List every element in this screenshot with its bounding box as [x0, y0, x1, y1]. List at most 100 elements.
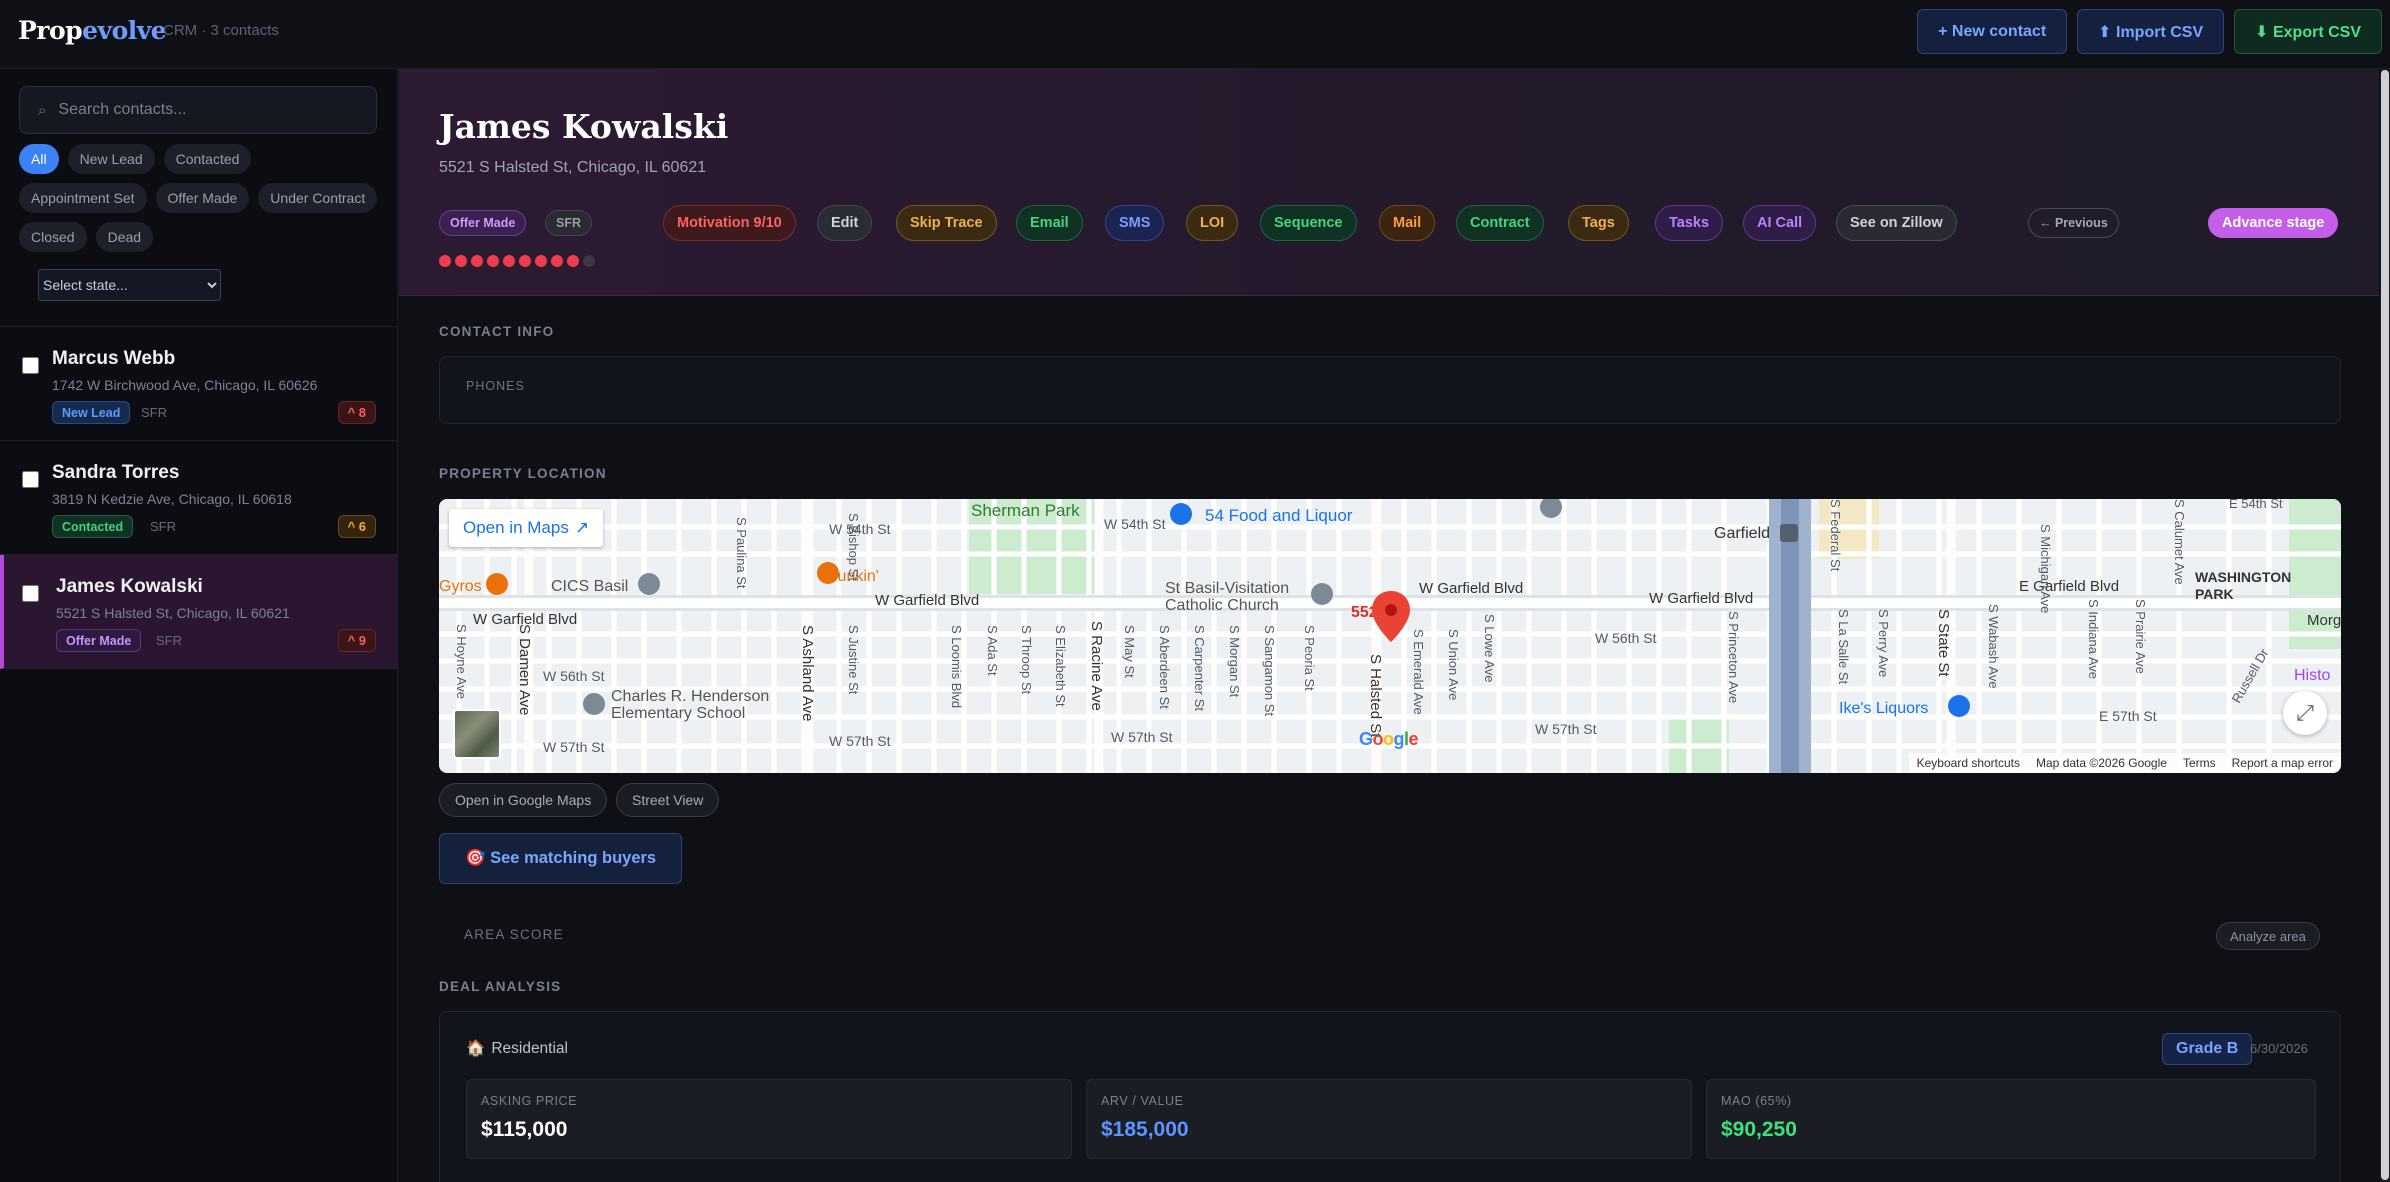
area-score-heading: AREA SCORE — [464, 927, 564, 942]
filter-chip-under-contract[interactable]: Under Contract — [258, 183, 378, 213]
motivation-dot — [551, 255, 563, 267]
map-label: W Garfield Blvd — [1649, 590, 1753, 607]
contact-list-item[interactable]: Marcus Webb 1742 W Birchwood Ave, Chicag… — [0, 327, 398, 441]
phones-label: PHONES — [466, 379, 525, 393]
stat-label: ASKING PRICE — [481, 1094, 578, 1108]
map-street-label: Russell Dr — [2229, 645, 2272, 705]
terms-link[interactable]: Terms — [2183, 756, 2216, 770]
motivation-dot — [535, 255, 547, 267]
app-logo[interactable]: Propevolve — [18, 16, 167, 45]
map-street-label: S Morgan St — [1227, 625, 1242, 698]
map-street-label: S Ashland Ave — [799, 625, 816, 721]
tasks-button[interactable]: Tasks — [1655, 205, 1724, 241]
open-in-maps-link[interactable]: Open in Maps ↗ — [449, 509, 604, 547]
sequence-button[interactable]: Sequence — [1260, 205, 1357, 241]
street-view-button[interactable]: Street View — [616, 783, 720, 817]
contract-button[interactable]: Contract — [1456, 205, 1544, 241]
map-street-label: S May St — [1122, 625, 1137, 678]
contact-checkbox[interactable] — [22, 585, 39, 602]
ai-call-button[interactable]: AI Call — [1743, 205, 1817, 241]
contact-checkbox[interactable] — [22, 357, 39, 374]
keyboard-shortcuts-link[interactable]: Keyboard shortcuts — [1917, 756, 2020, 770]
contact-title: James Kowalski — [439, 107, 729, 146]
map-street-label: S Princeton Ave — [1726, 611, 1741, 703]
filter-chip-dead[interactable]: Dead — [95, 222, 154, 252]
map-street-label: S Peoria St — [1302, 625, 1317, 691]
stat-label: ARV / VALUE — [1101, 1094, 1184, 1108]
map-street-label: S Perry Ave — [1876, 609, 1891, 677]
open-in-maps-label: Open in Maps — [463, 518, 569, 537]
map-label: W 57th St — [1111, 729, 1173, 745]
map-street-label: S Halsted St — [1367, 654, 1384, 738]
motivation-dot — [519, 255, 531, 267]
contact-search[interactable]: ⌕ — [19, 86, 377, 134]
contact-checkbox[interactable] — [22, 471, 39, 488]
map-street-label: S Calumet Ave — [2172, 499, 2187, 585]
filter-chip-contacted[interactable]: Contacted — [163, 144, 252, 174]
loi-button[interactable]: LOI — [1186, 205, 1239, 241]
contact-property-type: SFR — [156, 633, 182, 648]
map-street-label: S Throop St — [1019, 625, 1034, 695]
map-street-label: S Lowe Ave — [1482, 614, 1497, 682]
import-csv-button[interactable]: ⬆ Import CSV — [2077, 9, 2225, 54]
sms-button[interactable]: SMS — [1105, 205, 1165, 241]
mail-button[interactable]: Mail — [1379, 205, 1436, 241]
contact-list-item[interactable]: Sandra Torres 3819 N Kedzie Ave, Chicago… — [0, 441, 398, 555]
analyze-area-button[interactable]: Analyze area — [2216, 922, 2320, 950]
map-street-label: S Loomis Blvd — [949, 625, 964, 708]
map-fullscreen-icon[interactable]: ⤢ — [2283, 691, 2327, 735]
property-map[interactable]: Sherman Park 54 Food and Liquor Garfield… — [439, 499, 2341, 773]
stat-value: $90,250 — [1721, 1118, 1797, 1141]
map-footer: Keyboard shortcuts Map data ©2026 Google… — [1908, 753, 2341, 773]
report-map-error-link[interactable]: Report a map error — [2232, 756, 2333, 770]
advance-stage-button[interactable]: Advance stage — [2208, 208, 2339, 238]
satellite-toggle[interactable] — [453, 709, 501, 759]
motivation-dot — [503, 255, 515, 267]
search-input[interactable] — [56, 100, 357, 120]
new-contact-button[interactable]: + New contact — [1917, 9, 2068, 54]
map-label: W Garfield Blvd — [875, 592, 979, 609]
deal-analysis-card: 🏠 Residential Grade B 6/30/2026 ASKING P… — [439, 1011, 2341, 1182]
map-label: W 57th St — [829, 733, 891, 749]
map-street-label: S Michigan Ave — [2038, 524, 2053, 613]
filter-chip-offer-made[interactable]: Offer Made — [155, 183, 250, 213]
filter-chip-all[interactable]: All — [19, 144, 59, 174]
see-matching-buyers-button[interactable]: 🎯 See matching buyers — [439, 833, 683, 884]
open-in-google-maps-button[interactable]: Open in Google Maps — [439, 783, 608, 817]
contact-motivation-score: ^ 6 — [337, 515, 376, 538]
house-icon: 🏠 — [466, 1040, 486, 1057]
map-label: Gyros — [439, 578, 482, 595]
map-street-label: S Emerald Ave — [1411, 629, 1426, 715]
stage-filter-chips: All New Lead Contacted Appointment Set O… — [19, 144, 379, 252]
export-csv-button[interactable]: ⬇ Export CSV — [2234, 9, 2382, 54]
property-kind-label: Residential — [491, 1039, 568, 1057]
page-scrollbar-thumb[interactable] — [2381, 70, 2389, 1180]
filter-chip-new-lead[interactable]: New Lead — [67, 144, 155, 174]
filter-chip-appointment-set[interactable]: Appointment Set — [19, 183, 147, 213]
contact-property-type: SFR — [150, 519, 176, 534]
motivation-dot — [487, 255, 499, 267]
contact-detail-panel: James Kowalski 5521 S Halsted St, Chicag… — [399, 69, 2379, 1182]
see-on-zillow-button[interactable]: See on Zillow — [1836, 205, 1957, 241]
top-bar: Propevolve CRM · 3 contacts + New contac… — [0, 0, 2390, 69]
tags-button[interactable]: Tags — [1568, 205, 1629, 241]
email-button[interactable]: Email — [1016, 205, 1083, 241]
state-select[interactable]: Select state... — [38, 269, 221, 301]
motivation-dot — [439, 255, 451, 267]
map-label: Ike's Liquors — [1839, 700, 1928, 717]
map-label: W 57th St — [543, 739, 605, 755]
map-label: W 54th St — [1104, 516, 1166, 532]
map-data-attribution: Map data ©2026 Google — [2036, 756, 2167, 770]
contact-address: 3819 N Kedzie Ave, Chicago, IL 60618 — [52, 491, 292, 507]
search-icon: ⌕ — [38, 101, 47, 119]
edit-button[interactable]: Edit — [817, 205, 873, 241]
map-label: St Basil-Visitation Catholic Church — [1165, 580, 1289, 614]
contact-list-item-selected[interactable]: James Kowalski 5521 S Halsted St, Chicag… — [0, 555, 398, 669]
map-street-label: S Union Ave — [1446, 629, 1461, 700]
previous-button[interactable]: ← Previous — [2028, 208, 2119, 238]
contact-stage-badge: Contacted — [52, 515, 134, 538]
filter-chip-closed[interactable]: Closed — [19, 222, 87, 252]
map-street-label: S Bishop St — [846, 513, 861, 581]
skip-trace-button[interactable]: Skip Trace — [896, 205, 997, 241]
stat-value: $115,000 — [481, 1118, 568, 1141]
